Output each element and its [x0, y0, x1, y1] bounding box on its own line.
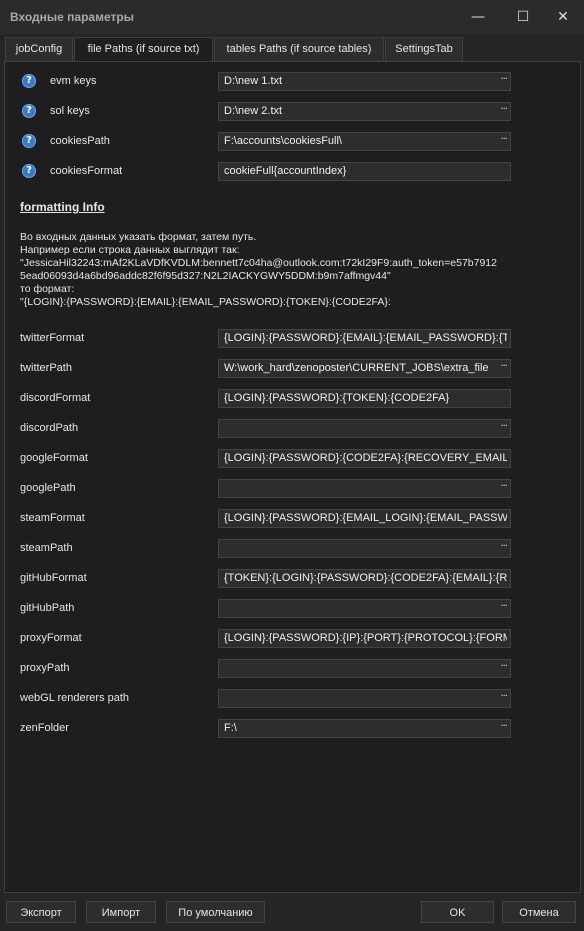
input-value: D:\new 1.txt — [224, 75, 283, 87]
field-label: discordPath — [20, 422, 79, 434]
format-input[interactable]: {LOGIN}:{PASSWORD}:{CODE2FA}:{RECOVERY_E… — [218, 449, 511, 468]
info-line: то формат: — [20, 283, 75, 295]
input-value: {TOKEN}:{LOGIN}:{PASSWORD}:{CODE2FA}:{EM… — [224, 572, 507, 584]
browse-button[interactable]: ··· — [500, 104, 507, 115]
default-button[interactable]: По умолчанию — [166, 901, 265, 923]
tab-jobconfig[interactable]: jobConfig — [5, 37, 73, 61]
maximize-button[interactable]: ☐ — [503, 4, 543, 30]
field-label: cookiesPath — [50, 135, 110, 147]
cancel-button[interactable]: Отмена — [502, 901, 576, 923]
info-line: "{LOGIN}:{PASSWORD}:{EMAIL}:{EMAIL_PASSW… — [20, 296, 391, 308]
path-input[interactable]: cookieFull{accountIndex} — [218, 162, 511, 181]
close-button[interactable]: ✕ — [543, 4, 583, 30]
input-value: {LOGIN}:{PASSWORD}:{CODE2FA}:{RECOVERY_E… — [224, 452, 507, 464]
tab-settings[interactable]: SettingsTab — [385, 37, 463, 61]
browse-button[interactable]: ··· — [500, 361, 507, 372]
format-input[interactable]: {LOGIN}:{PASSWORD}:{IP}:{PORT}:{PROTOCOL… — [218, 629, 511, 648]
tab-tables-paths[interactable]: tables Paths (if source tables) — [214, 37, 384, 61]
tab-content-panel — [4, 61, 581, 893]
browse-button[interactable]: ··· — [500, 74, 507, 85]
info-line: Например если строка данных выглядит так… — [20, 244, 240, 256]
window-title: Входные параметры — [10, 10, 134, 24]
field-label: cookiesFormat — [50, 165, 123, 177]
info-line: 5ead06093d4a6bd96addc82f6f95d327:N2L2IAC… — [20, 270, 391, 282]
path-input[interactable]: ··· — [218, 419, 511, 438]
tab-strip: jobConfig file Paths (if source txt) tab… — [4, 37, 580, 62]
input-value: D:\new 2.txt — [224, 105, 283, 117]
field-label: steamPath — [20, 542, 73, 554]
field-label: discordFormat — [20, 392, 91, 404]
path-input[interactable]: ··· — [218, 689, 511, 708]
path-input[interactable]: ··· — [218, 479, 511, 498]
field-label: gitHubPath — [20, 602, 75, 614]
info-line: Во входных данных указать формат, затем … — [20, 231, 257, 243]
field-label: proxyPath — [20, 662, 70, 674]
path-input[interactable]: ··· — [218, 659, 511, 678]
field-label: sol keys — [50, 105, 90, 117]
help-icon[interactable]: ? — [22, 164, 36, 178]
path-input[interactable]: ··· — [218, 539, 511, 558]
input-value: {LOGIN}:{PASSWORD}:{IP}:{PORT}:{PROTOCOL… — [224, 632, 507, 644]
format-input[interactable]: {TOKEN}:{LOGIN}:{PASSWORD}:{CODE2FA}:{EM… — [218, 569, 511, 588]
title-bar: Входные параметры — ☐ ✕ — [0, 0, 584, 34]
browse-button[interactable]: ··· — [500, 721, 507, 732]
browse-button[interactable]: ··· — [500, 691, 507, 702]
path-input[interactable]: D:\new 1.txt ··· — [218, 72, 511, 91]
field-label: googlePath — [20, 482, 76, 494]
input-value: F:\ — [224, 722, 237, 734]
help-icon[interactable]: ? — [22, 134, 36, 148]
field-label: zenFolder — [20, 722, 69, 734]
path-input[interactable]: F:\accounts\cookiesFull\ ··· — [218, 132, 511, 151]
minimize-button[interactable]: — — [458, 4, 498, 30]
input-value: {LOGIN}:{PASSWORD}:{EMAIL_LOGIN}:{EMAIL_… — [224, 512, 507, 524]
help-icon[interactable]: ? — [22, 104, 36, 118]
input-value: {LOGIN}:{PASSWORD}:{TOKEN}:{CODE2FA} — [224, 392, 450, 404]
format-input[interactable]: {LOGIN}:{PASSWORD}:{EMAIL}:{EMAIL_PASSWO… — [218, 329, 511, 348]
field-label: twitterFormat — [20, 332, 85, 344]
field-label: proxyFormat — [20, 632, 82, 644]
input-value: F:\accounts\cookiesFull\ — [224, 135, 342, 147]
input-value: {LOGIN}:{PASSWORD}:{EMAIL}:{EMAIL_PASSWO… — [224, 332, 507, 344]
path-input[interactable]: ··· — [218, 599, 511, 618]
browse-button[interactable]: ··· — [500, 421, 507, 432]
browse-button[interactable]: ··· — [500, 661, 507, 672]
input-value: W:\work_hard\zenoposter\CURRENT_JOBS\ext… — [224, 362, 488, 374]
path-input[interactable]: F:\ ··· — [218, 719, 511, 738]
browse-button[interactable]: ··· — [500, 601, 507, 612]
export-button[interactable]: Экспорт — [6, 901, 76, 923]
format-input[interactable]: {LOGIN}:{PASSWORD}:{TOKEN}:{CODE2FA} — [218, 389, 511, 408]
browse-button[interactable]: ··· — [500, 541, 507, 552]
browse-button[interactable]: ··· — [500, 134, 507, 145]
formatting-info-heading: formatting Info — [20, 200, 105, 214]
input-value: cookieFull{accountIndex} — [224, 165, 347, 177]
field-label: evm keys — [50, 75, 97, 87]
import-button[interactable]: Импорт — [86, 901, 156, 923]
tab-file-paths[interactable]: file Paths (if source txt) — [74, 37, 213, 62]
ok-button[interactable]: OK — [421, 901, 494, 923]
info-line: "JessicaHil32243:mAf2KLaVDfKVDLM:bennett… — [20, 257, 497, 269]
field-label: gitHubFormat — [20, 572, 87, 584]
field-label: steamFormat — [20, 512, 85, 524]
field-label: twitterPath — [20, 362, 72, 374]
help-icon[interactable]: ? — [22, 74, 36, 88]
field-label: googleFormat — [20, 452, 88, 464]
format-input[interactable]: {LOGIN}:{PASSWORD}:{EMAIL_LOGIN}:{EMAIL_… — [218, 509, 511, 528]
path-input[interactable]: D:\new 2.txt ··· — [218, 102, 511, 121]
browse-button[interactable]: ··· — [500, 481, 507, 492]
field-label: webGL renderers path — [20, 692, 130, 704]
path-input[interactable]: W:\work_hard\zenoposter\CURRENT_JOBS\ext… — [218, 359, 511, 378]
